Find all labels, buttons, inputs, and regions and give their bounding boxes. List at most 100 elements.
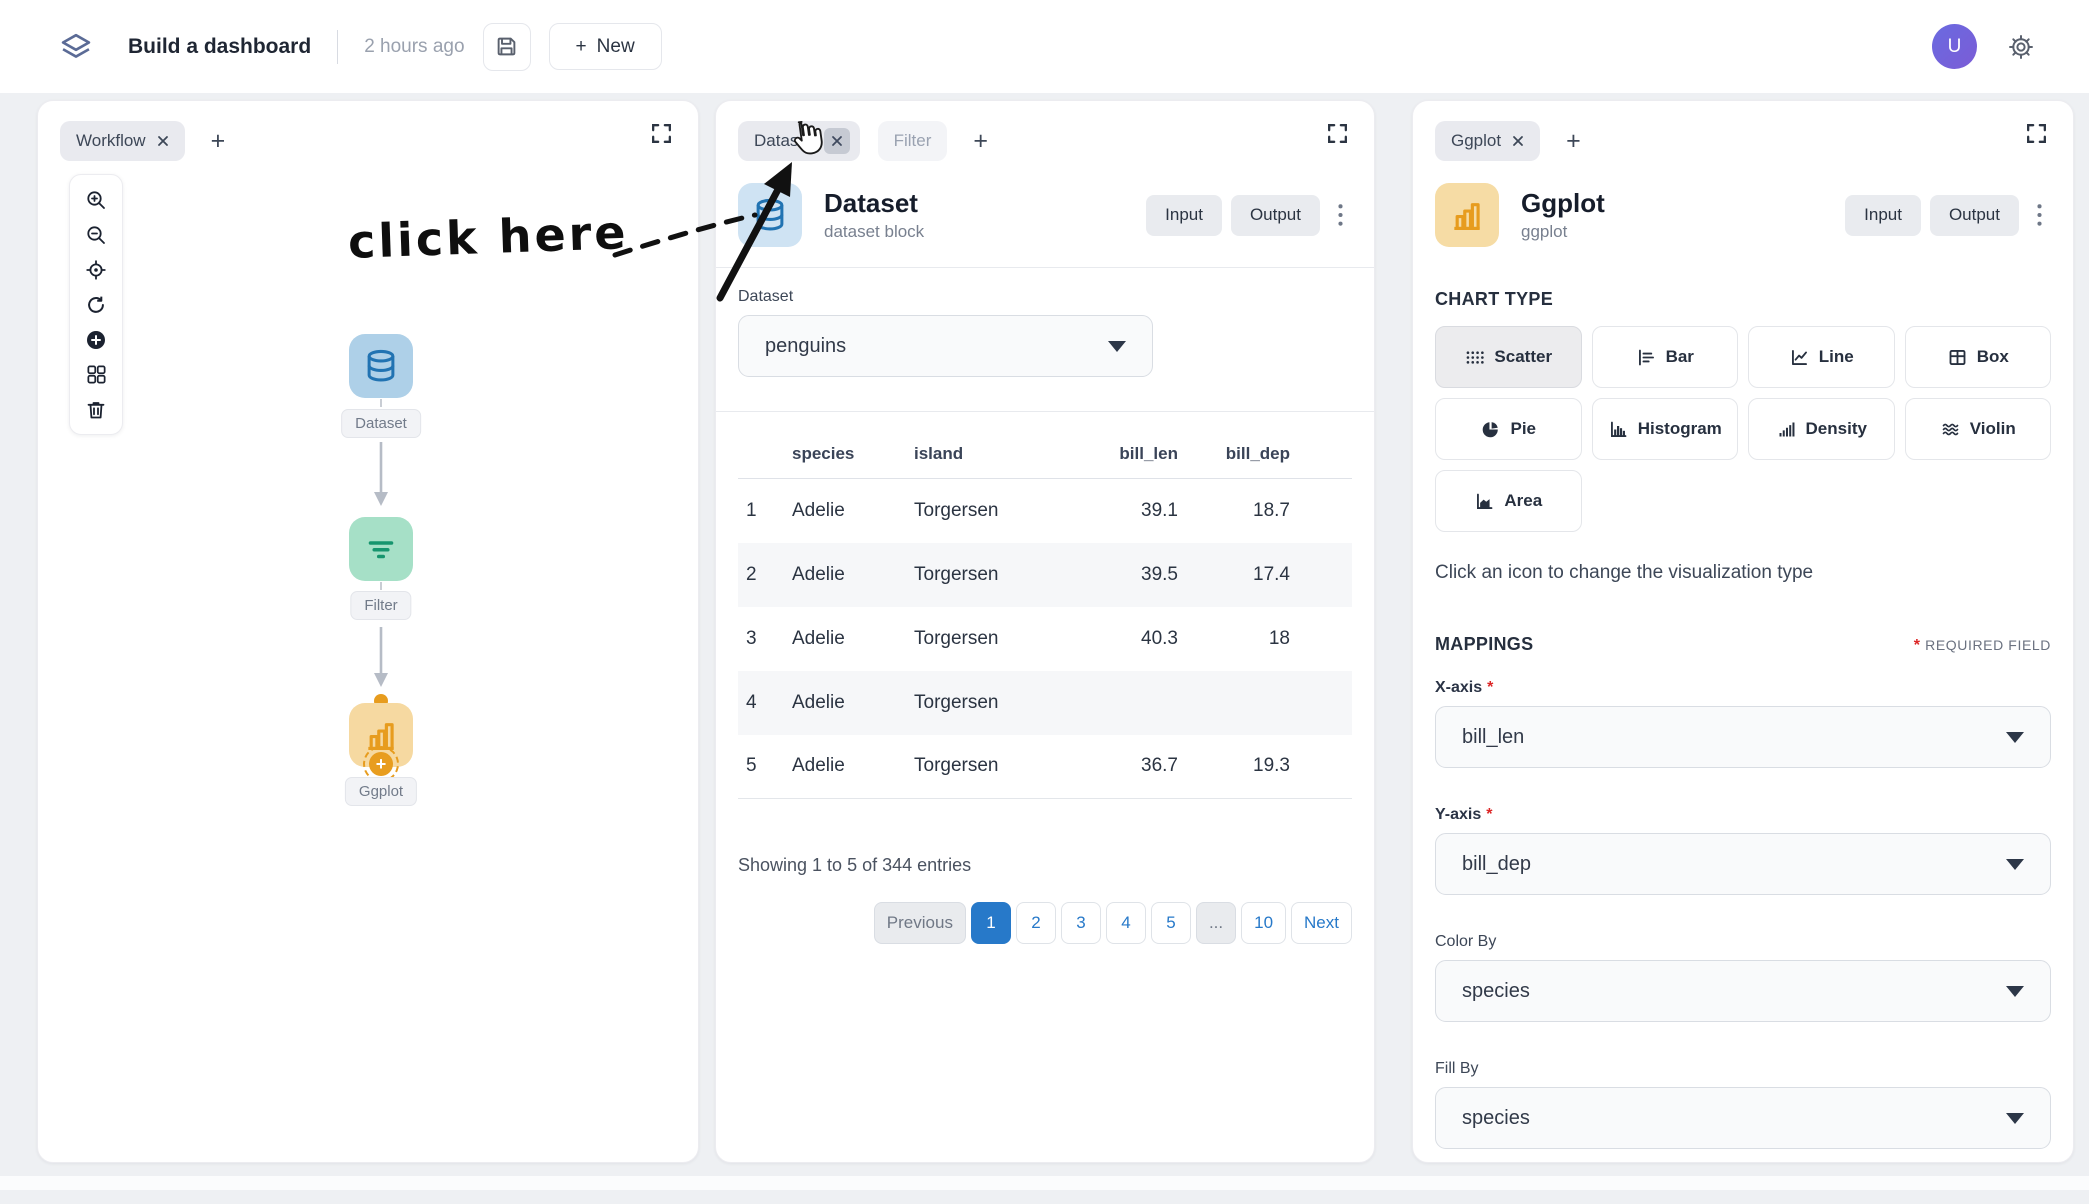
avatar[interactable]: U bbox=[1932, 24, 1977, 69]
chart-type-density[interactable]: Density bbox=[1748, 398, 1895, 460]
chart-type-grid: Scatter Bar Line Box Pie bbox=[1435, 326, 2051, 532]
col-island: island bbox=[906, 430, 1068, 479]
dataset-field-label: Dataset bbox=[738, 288, 1352, 306]
dataset-select[interactable]: penguins bbox=[738, 315, 1153, 377]
chart-type-violin[interactable]: Violin bbox=[1905, 398, 2052, 460]
divider bbox=[716, 411, 1374, 412]
close-icon[interactable] bbox=[824, 128, 850, 154]
chart-type-bar[interactable]: Bar bbox=[1592, 326, 1739, 388]
output-button[interactable]: Output bbox=[1231, 195, 1320, 236]
input-button[interactable]: Input bbox=[1146, 195, 1222, 236]
close-icon[interactable] bbox=[1512, 135, 1524, 147]
divider bbox=[716, 267, 1374, 268]
gear-icon bbox=[2007, 33, 2035, 61]
col-species: species bbox=[784, 430, 906, 479]
next-page-button[interactable]: Next bbox=[1291, 902, 1352, 944]
table-row[interactable]: 5AdelieTorgersen36.719.3193 bbox=[738, 735, 1352, 799]
page-button-1[interactable]: 1 bbox=[971, 902, 1011, 944]
page-ellipsis[interactable]: ... bbox=[1196, 902, 1236, 944]
dataset-block-icon bbox=[738, 183, 802, 247]
node-label-filter: Filter bbox=[350, 591, 411, 620]
caret-down-icon bbox=[2006, 732, 2024, 743]
node-label-ggplot: Ggplot bbox=[345, 777, 417, 806]
page-button-10[interactable]: 10 bbox=[1241, 902, 1286, 944]
table-row[interactable]: 1AdelieTorgersen39.118.7181 bbox=[738, 479, 1352, 543]
previous-page-button[interactable]: Previous bbox=[874, 902, 966, 944]
workflow-canvas[interactable]: Dataset Filter + Ggpl bbox=[38, 101, 698, 1162]
chart-type-pie[interactable]: Pie bbox=[1435, 398, 1582, 460]
add-tab-button[interactable]: + bbox=[973, 129, 988, 154]
input-button[interactable]: Input bbox=[1845, 195, 1921, 236]
page-button-2[interactable]: 2 bbox=[1016, 902, 1056, 944]
pie-icon bbox=[1480, 419, 1501, 440]
add-tab-button[interactable]: + bbox=[1566, 129, 1581, 154]
workflow-panel: Workflow + bbox=[37, 100, 699, 1163]
tab-ggplot[interactable]: Ggplot bbox=[1435, 121, 1540, 161]
area-icon bbox=[1474, 491, 1495, 512]
mappings-heading: MAPPINGS bbox=[1435, 634, 1533, 655]
app-logo-layers-icon bbox=[58, 31, 94, 63]
dataset-panel: Dataset Filter + Dataset bbox=[715, 100, 1375, 1163]
divider bbox=[337, 30, 338, 64]
scatter-icon bbox=[1464, 347, 1485, 368]
node-connector bbox=[380, 582, 382, 590]
color-by-field: Color By species bbox=[1435, 933, 2051, 1022]
chart-type-histogram[interactable]: Histogram bbox=[1592, 398, 1739, 460]
page-title: Build a dashboard bbox=[128, 35, 311, 59]
node-connector bbox=[380, 399, 382, 407]
tab-filter[interactable]: Filter bbox=[878, 121, 948, 161]
required-field-note: * REQUIRED FIELD bbox=[1909, 637, 2051, 655]
board: Workflow + bbox=[0, 93, 2089, 1190]
line-icon bbox=[1789, 347, 1810, 368]
node-filter[interactable] bbox=[349, 517, 413, 581]
table-row[interactable]: 3AdelieTorgersen40.318195 bbox=[738, 607, 1352, 671]
filter-icon bbox=[363, 531, 399, 567]
chart-type-scatter[interactable]: Scatter bbox=[1435, 326, 1582, 388]
save-button[interactable] bbox=[483, 23, 531, 71]
col-bill-len: bill_len bbox=[1068, 430, 1186, 479]
block-title: Dataset bbox=[824, 188, 1146, 219]
floppy-disk-icon bbox=[493, 33, 520, 60]
table-summary: Showing 1 to 5 of 344 entries bbox=[738, 855, 1352, 876]
caret-down-icon bbox=[2006, 1113, 2024, 1124]
page-button-3[interactable]: 3 bbox=[1061, 902, 1101, 944]
chart-type-line[interactable]: Line bbox=[1748, 326, 1895, 388]
y-axis-field: Y-axis* bill_dep bbox=[1435, 806, 2051, 895]
chart-type-area[interactable]: Area bbox=[1435, 470, 1582, 532]
caret-down-icon bbox=[2006, 986, 2024, 997]
color-by-select[interactable]: species bbox=[1435, 960, 2051, 1022]
kebab-menu-icon[interactable] bbox=[1329, 198, 1352, 232]
page-button-4[interactable]: 4 bbox=[1106, 902, 1146, 944]
node-dataset[interactable] bbox=[349, 334, 413, 398]
chart-type-heading: CHART TYPE bbox=[1435, 289, 2051, 310]
block-title: Ggplot bbox=[1521, 188, 1845, 219]
block-subtitle: dataset block bbox=[824, 222, 1146, 242]
x-axis-select[interactable]: bill_len bbox=[1435, 706, 2051, 768]
histogram-icon bbox=[1608, 419, 1629, 440]
density-icon bbox=[1776, 419, 1797, 440]
fullscreen-icon[interactable] bbox=[1325, 121, 1350, 146]
fullscreen-icon[interactable] bbox=[2024, 121, 2049, 146]
fill-by-select[interactable]: species bbox=[1435, 1087, 2051, 1149]
data-table: species island bill_len bill_dep flipper… bbox=[738, 430, 1352, 799]
table-row[interactable]: 2AdelieTorgersen39.517.4186 bbox=[738, 543, 1352, 607]
chart-type-box[interactable]: Box bbox=[1905, 326, 2052, 388]
table-row[interactable]: 4AdelieTorgersen bbox=[738, 671, 1352, 735]
edge-arrow bbox=[370, 627, 392, 693]
kebab-menu-icon[interactable] bbox=[2028, 198, 2051, 232]
new-button[interactable]: + New bbox=[549, 23, 662, 70]
table-header-row: species island bill_len bill_dep flipper… bbox=[738, 430, 1352, 479]
col-bill-dep: bill_dep bbox=[1186, 430, 1298, 479]
ggplot-block-icon bbox=[1435, 183, 1499, 247]
pagination: Previous 1 2 3 4 5 ... 10 Next bbox=[738, 902, 1352, 944]
tab-dataset[interactable]: Dataset bbox=[738, 121, 860, 161]
settings-gear-button[interactable] bbox=[1997, 23, 2045, 71]
bottom-strip bbox=[0, 1176, 2089, 1190]
page-button-5[interactable]: 5 bbox=[1151, 902, 1191, 944]
plus-icon: + bbox=[576, 36, 587, 58]
x-axis-field: X-axis* bill_len bbox=[1435, 679, 2051, 768]
output-button[interactable]: Output bbox=[1930, 195, 2019, 236]
add-connection-button[interactable]: + bbox=[369, 752, 393, 776]
col-flipper: flipper_ bbox=[1298, 430, 1352, 479]
y-axis-select[interactable]: bill_dep bbox=[1435, 833, 2051, 895]
